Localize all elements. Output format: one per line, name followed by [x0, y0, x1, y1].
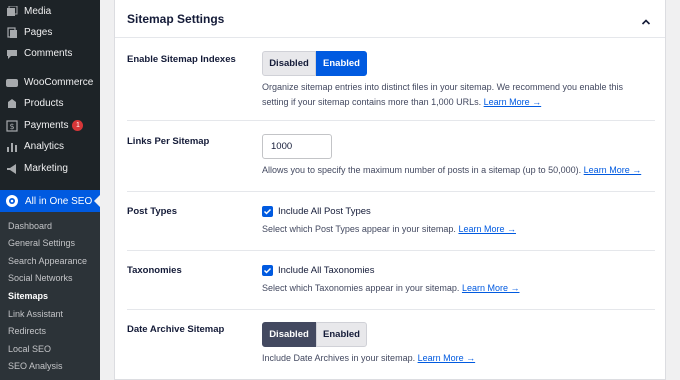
megaphone-icon: [6, 163, 18, 175]
submenu-item-social-networks[interactable]: Social Networks: [8, 273, 73, 283]
panel-title: Sitemap Settings: [127, 11, 225, 26]
setting-description: Organize sitemap entries into distinct f…: [262, 80, 652, 110]
submenu-item-link-assistant[interactable]: Link Assistant: [8, 309, 63, 319]
enabled-button[interactable]: Enabled: [316, 322, 367, 347]
woocommerce-icon: [6, 77, 18, 89]
setting-description: Select which Post Types appear in your s…: [262, 222, 652, 237]
admin-sidebar: Media Pages Comments WooCommerce Product…: [0, 0, 100, 380]
sitemap-indexes-toggle: Disabled Enabled: [262, 51, 652, 76]
setting-description: Include Date Archives in your sitemap. L…: [262, 351, 652, 366]
setting-row-enable-sitemap-indexes: Enable Sitemap Indexes Disabled Enabled …: [127, 39, 655, 121]
sidebar-item-media[interactable]: Media: [0, 1, 100, 22]
sidebar-item-label: WooCommerce: [24, 77, 94, 88]
sidebar-item-payments[interactable]: $ Payments 1: [0, 115, 100, 136]
date-archive-toggle: Disabled Enabled: [262, 322, 652, 347]
sidebar-item-label: Products: [24, 98, 64, 109]
setting-label: Links Per Sitemap: [127, 136, 210, 147]
description-text: Select which Taxonomies appear in your s…: [262, 283, 460, 293]
checkmark-icon[interactable]: [262, 265, 273, 276]
sidebar-item-comments[interactable]: Comments: [0, 43, 100, 64]
media-icon: [6, 5, 18, 18]
description-text: Allows you to specify the maximum number…: [262, 165, 582, 175]
sidebar-item-woocommerce[interactable]: WooCommerce: [0, 72, 100, 93]
submenu-item-general-settings[interactable]: General Settings: [8, 238, 75, 248]
description-line: setting if your sitemap contains more th…: [262, 97, 482, 107]
comments-icon: [6, 48, 18, 60]
svg-text:$: $: [9, 122, 14, 131]
submenu-item-dashboard[interactable]: Dashboard: [8, 221, 52, 231]
description-text: Select which Post Types appear in your s…: [262, 224, 456, 234]
setting-description: Select which Taxonomies appear in your s…: [262, 281, 652, 296]
sidebar-item-analytics[interactable]: Analytics: [0, 136, 100, 157]
learn-more-link[interactable]: Learn More →: [418, 353, 476, 363]
sidebar-item-label: All in One SEO: [25, 195, 93, 207]
enabled-button[interactable]: Enabled: [316, 51, 367, 76]
notification-badge: 1: [72, 120, 84, 131]
sidebar-item-marketing[interactable]: Marketing: [0, 158, 100, 179]
sidebar-item-label: Payments: [24, 120, 69, 131]
setting-row-date-archive-sitemap: Date Archive Sitemap Disabled Enabled In…: [127, 310, 655, 380]
sidebar-item-label: Media: [24, 6, 52, 17]
submenu-item-redirects[interactable]: Redirects: [8, 326, 46, 336]
submenu-item-search-appearance[interactable]: Search Appearance: [8, 256, 87, 266]
checkbox-label: Include All Post Types: [278, 206, 371, 217]
setting-description: Allows you to specify the maximum number…: [262, 163, 652, 178]
learn-more-link[interactable]: Learn More →: [584, 165, 642, 175]
setting-label: Enable Sitemap Indexes: [127, 54, 236, 65]
learn-more-link[interactable]: Learn More →: [458, 224, 516, 234]
aioseo-icon: [5, 194, 19, 208]
submenu-item-sitemaps[interactable]: Sitemaps: [8, 291, 48, 301]
submenu-item-local-seo[interactable]: Local SEO: [8, 344, 51, 354]
panel-header[interactable]: Sitemap Settings: [115, 0, 665, 38]
sidebar-item-products[interactable]: Products: [0, 93, 100, 114]
sidebar-item-pages[interactable]: Pages: [0, 22, 100, 43]
links-per-sitemap-input[interactable]: 1000: [262, 134, 332, 159]
setting-row-taxonomies: Taxonomies Include All Taxonomies Select…: [127, 251, 655, 310]
disabled-button[interactable]: Disabled: [262, 51, 316, 76]
pages-icon: [6, 26, 18, 39]
sidebar-item-label: Pages: [24, 27, 53, 38]
sidebar-item-label: Comments: [24, 48, 73, 59]
setting-row-post-types: Post Types Include All Post Types Select…: [127, 192, 655, 251]
description-text: Include Date Archives in your sitemap.: [262, 353, 416, 363]
disabled-button[interactable]: Disabled: [262, 322, 316, 347]
sidebar-item-label: Marketing: [24, 163, 68, 174]
current-menu-arrow: [94, 195, 100, 207]
learn-more-link[interactable]: Learn More →: [462, 283, 520, 293]
description-line: Organize sitemap entries into distinct f…: [262, 82, 624, 92]
products-icon: [6, 98, 18, 110]
setting-label: Post Types: [127, 206, 177, 217]
sitemap-settings-panel: Sitemap Settings Enable Sitemap Indexes …: [114, 0, 666, 380]
setting-label: Taxonomies: [127, 265, 182, 276]
sidebar-item-all-in-one-seo[interactable]: All in One SEO: [0, 190, 100, 212]
include-all-post-types-checkbox[interactable]: Include All Post Types: [262, 206, 652, 217]
setting-row-links-per-sitemap: Links Per Sitemap 1000 Allows you to spe…: [127, 121, 655, 192]
payments-icon: $: [6, 119, 18, 132]
learn-more-link[interactable]: Learn More →: [484, 97, 542, 107]
checkbox-label: Include All Taxonomies: [278, 265, 375, 276]
setting-label: Date Archive Sitemap: [127, 324, 225, 335]
chevron-up-icon[interactable]: [641, 14, 651, 25]
aioseo-submenu: Dashboard General Settings Search Appear…: [0, 212, 100, 380]
checkmark-icon[interactable]: [262, 206, 273, 217]
sidebar-item-label: Analytics: [24, 141, 65, 152]
include-all-taxonomies-checkbox[interactable]: Include All Taxonomies: [262, 265, 652, 276]
analytics-icon: [6, 141, 18, 153]
submenu-item-seo-analysis[interactable]: SEO Analysis: [8, 361, 63, 371]
